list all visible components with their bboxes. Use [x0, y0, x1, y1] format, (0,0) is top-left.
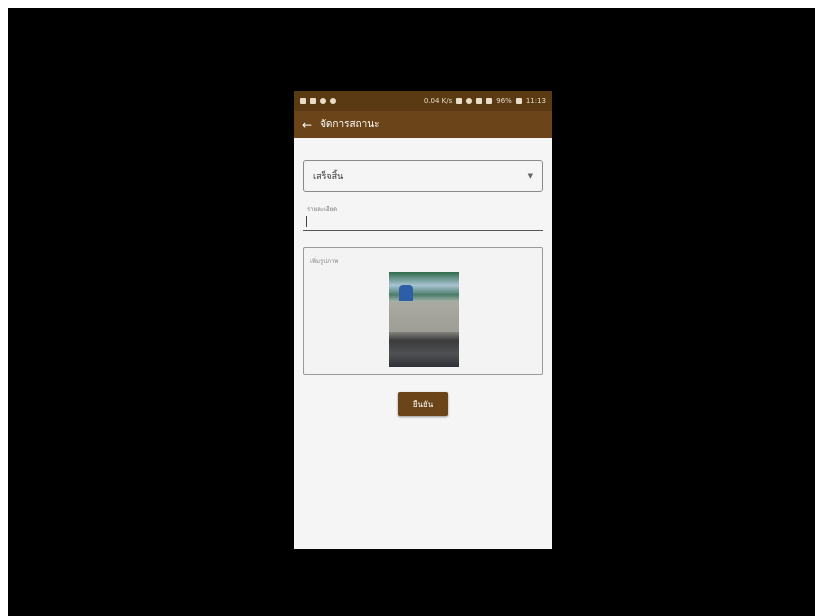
- video-frame: 0.04 K/s 96% 11:13 ← จัดการสถานะ เสร็จสิ…: [8, 8, 815, 616]
- phone-screen: 0.04 K/s 96% 11:13 ← จัดการสถานะ เสร็จสิ…: [294, 91, 552, 549]
- network-speed: 0.04 K/s: [423, 97, 453, 105]
- photo-wall: [389, 302, 459, 332]
- note-input[interactable]: [303, 214, 543, 231]
- message-icon: [320, 98, 326, 104]
- photo-person: [399, 285, 413, 301]
- page-title: จัดการสถานะ: [320, 119, 380, 130]
- app-icon: [330, 98, 336, 104]
- notification-icons: [300, 98, 336, 104]
- nfc-icon: [456, 98, 463, 104]
- image-upload-box[interactable]: เพิ่มรูปภาพ: [303, 247, 543, 375]
- confirm-button[interactable]: ยืนยัน: [398, 392, 448, 416]
- status-bar: 0.04 K/s 96% 11:13: [294, 91, 552, 111]
- wifi-icon: [476, 98, 483, 104]
- signal-icon: [486, 98, 493, 104]
- status-dropdown[interactable]: เสร็จสิ้น ▼: [303, 160, 543, 192]
- download-icon: [310, 98, 316, 104]
- system-icons: 0.04 K/s 96% 11:13: [424, 97, 546, 105]
- battery-icon: [515, 98, 522, 104]
- text-cursor: [306, 216, 307, 227]
- note-field-label: รายละเอียด: [307, 206, 338, 213]
- status-dropdown-value: เสร็จสิ้น: [313, 172, 344, 182]
- image-box-label: เพิ่มรูปภาพ: [310, 258, 339, 265]
- app-bar: ← จัดการสถานะ: [294, 111, 552, 138]
- note-text-field[interactable]: รายละเอียด: [303, 204, 543, 231]
- clock: 11:13: [525, 97, 546, 105]
- attached-photo[interactable]: [389, 272, 459, 367]
- back-arrow-icon[interactable]: ←: [302, 119, 312, 131]
- dropdown-arrow-icon: ▼: [527, 172, 533, 180]
- alarm-icon: [466, 98, 473, 104]
- form-content: เสร็จสิ้น ▼ รายละเอียด เพิ่มรูปภาพ ยืนยั…: [294, 138, 552, 416]
- confirm-row: ยืนยัน: [303, 392, 543, 416]
- download-icon: [300, 98, 306, 104]
- battery-level: 96%: [496, 97, 512, 105]
